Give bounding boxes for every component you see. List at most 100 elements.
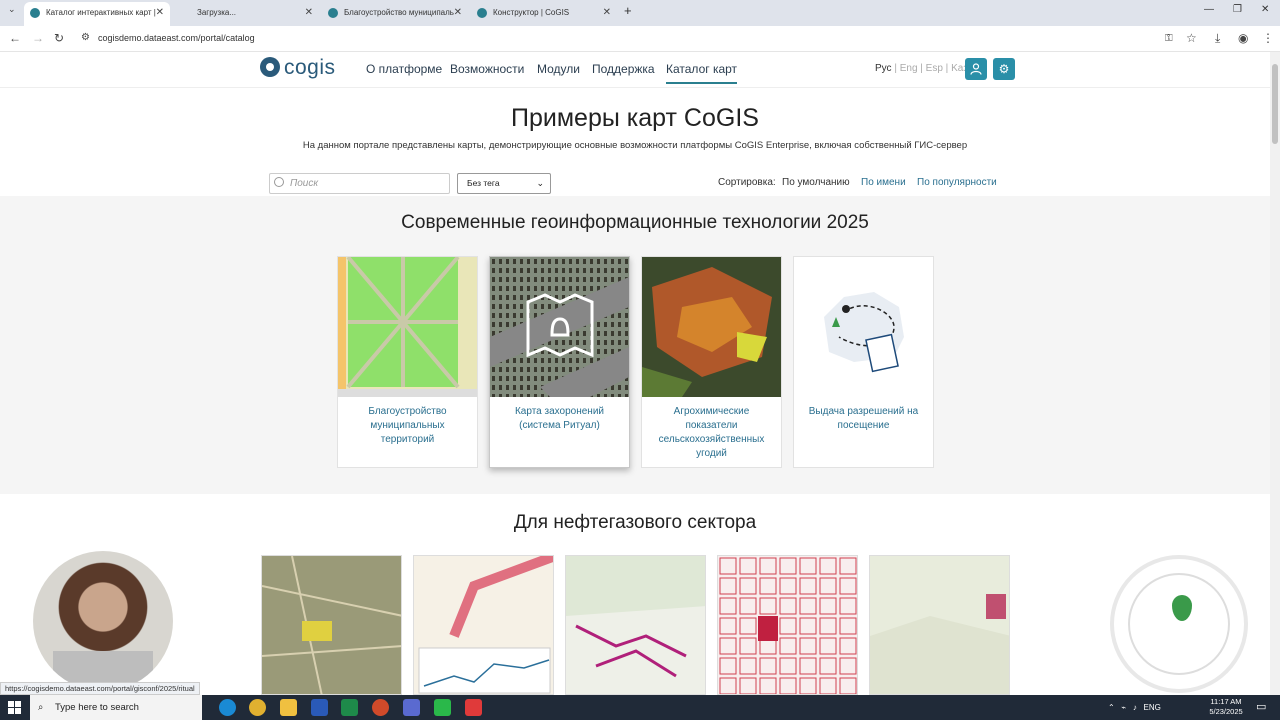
windows-start-icon[interactable] (8, 701, 21, 714)
map-card-blagoustroistvo[interactable]: Благоустройство муниципальных территорий (337, 256, 478, 468)
scrollbar[interactable] (1270, 52, 1280, 695)
user-button[interactable] (965, 58, 987, 80)
url-field[interactable]: cogisdemo.dataeast.com/portal/catalog (98, 33, 255, 43)
lang-ru[interactable]: Рус (875, 63, 892, 74)
map-thumbnail (338, 257, 477, 397)
page-subtitle: На данном портале представлены карты, де… (302, 140, 968, 151)
user-icon (970, 63, 982, 75)
gear-icon: ⚙ (998, 62, 1010, 76)
page-title: Примеры карт CoGIS (511, 104, 759, 132)
tag-select[interactable]: Без тега ⌄ (457, 173, 551, 194)
map-card-oilgas-4[interactable] (717, 555, 858, 695)
tab-catalog[interactable]: Каталог интерактивных карт | ✕ (24, 2, 170, 26)
edge-icon[interactable] (219, 699, 236, 716)
map-card-agrochem[interactable]: Агрохимические показатели сельскохозяйст… (641, 256, 782, 468)
tab-title: Загрузка... (197, 8, 237, 17)
profile-icon[interactable]: ◉ (1238, 31, 1248, 45)
nav-features[interactable]: Возможности (450, 62, 524, 76)
download-icon[interactable]: ⤓ (1215, 31, 1220, 46)
tab-blagoustroistvo[interactable]: Благоустройство муниципаль ✕ (322, 2, 468, 26)
nav-about[interactable]: О платформе (366, 62, 442, 76)
section-title: Для нефтегазового сектора (513, 512, 757, 533)
speaker-icon[interactable]: ♪ (1133, 703, 1137, 712)
site-header: cogis О платформе Возможности Модули Под… (0, 52, 1270, 88)
tab-title: Благоустройство муниципаль (344, 8, 454, 17)
language-switcher: Рус | Eng | Esp | Kaз (875, 63, 968, 74)
map-card-oilgas-5[interactable] (869, 555, 1010, 695)
map-card-oilgas-1[interactable] (261, 555, 402, 695)
tab-loading[interactable]: Загрузка... ✕ (175, 2, 319, 26)
tab-constructor[interactable]: Конструктор | CoGIS ✕ (471, 2, 617, 26)
sort-default[interactable]: По умолчанию (782, 177, 850, 188)
nav-catalog[interactable]: Каталог карт (666, 62, 738, 84)
chrome-icon[interactable] (249, 699, 266, 716)
menu-dots-icon[interactable]: ⋮ (1262, 31, 1274, 45)
cogis-favicon-icon (30, 8, 40, 18)
lang-separator: | (891, 63, 900, 74)
map-thumbnail (718, 556, 857, 694)
site-info-icon[interactable]: ⚙ (81, 32, 90, 43)
map-card-permits[interactable]: Выдача разрешений на посещение (793, 256, 934, 468)
key-icon[interactable]: ⚿ (1165, 33, 1173, 44)
input-language[interactable]: ENG (1144, 703, 1161, 712)
app-red-icon[interactable] (465, 699, 482, 716)
forward-icon[interactable]: → (32, 31, 44, 45)
restore-icon[interactable]: ❐ (1233, 4, 1242, 15)
webcam-overlay (33, 551, 173, 691)
map-card-caption: Агрохимические показатели сельскохозяйст… (658, 406, 765, 459)
network-icon[interactable]: ⌁ (1121, 703, 1126, 712)
taskbar-search-placeholder: Type here to search (55, 702, 139, 713)
close-icon[interactable]: ✕ (156, 2, 164, 24)
taskbar-search[interactable]: ⌕ Type here to search (30, 695, 202, 720)
powerpoint-icon[interactable] (372, 699, 389, 716)
sort-by-popularity[interactable]: По популярности (917, 177, 997, 188)
bookmark-star-icon[interactable]: ☆ (1186, 31, 1197, 45)
map-thumbnail (490, 257, 629, 397)
cogis-logo-icon (260, 57, 280, 77)
reload-icon[interactable]: ↻ (54, 31, 64, 45)
taskbar-clock[interactable]: 11:17 AM 5/23/2025 (1206, 697, 1246, 717)
back-icon[interactable]: ← (9, 31, 21, 45)
map-thumbnail (870, 556, 1009, 694)
map-card-ritual[interactable]: Карта захоронений (система Ритуал) (489, 256, 630, 468)
lang-en[interactable]: Eng (900, 63, 918, 74)
sort-label: Сортировка: (718, 177, 776, 188)
minimize-icon[interactable]: — (1204, 4, 1214, 15)
cogis-favicon-icon (328, 8, 338, 18)
search-input[interactable]: Поиск (269, 173, 450, 194)
tab-list-chevron-icon[interactable]: ⌄ (8, 4, 16, 15)
tray-chevron-icon[interactable]: ⌃ (1108, 703, 1115, 712)
lang-es[interactable]: Esp (926, 63, 943, 74)
map-thumbnail (414, 556, 553, 694)
tab-title: Каталог интерактивных карт | (46, 8, 156, 17)
system-tray: ⌃ ⌁ ♪ ENG (1108, 695, 1161, 720)
nav-support[interactable]: Поддержка (592, 62, 655, 76)
close-icon[interactable]: ✕ (603, 2, 611, 24)
chevron-down-icon: ⌄ (536, 178, 544, 188)
cogis-logo[interactable]: cogis (260, 56, 336, 80)
sort-by-name[interactable]: По имени (861, 177, 906, 188)
app-green-icon[interactable] (434, 699, 451, 716)
map-card-oilgas-2[interactable] (413, 555, 554, 695)
map-card-oilgas-3[interactable] (565, 555, 706, 695)
scrollbar-thumb[interactable] (1272, 64, 1278, 144)
close-icon[interactable]: ✕ (454, 2, 462, 24)
windows-taskbar: ⌕ Type here to search ⌃ ⌁ ♪ ENG 11:17 AM… (0, 695, 1280, 720)
address-bar: ← → ↻ ⚙ cogisdemo.dataeast.com/portal/ca… (0, 26, 1280, 52)
excel-icon[interactable] (341, 699, 358, 716)
file-explorer-icon[interactable] (280, 699, 297, 716)
settings-button[interactable]: ⚙ (993, 58, 1015, 80)
new-tab-button[interactable]: + (624, 3, 632, 18)
word-icon[interactable] (311, 699, 328, 716)
close-icon[interactable]: ✕ (305, 2, 313, 24)
nav-modules[interactable]: Модули (537, 62, 580, 76)
notifications-icon[interactable]: ▭ (1256, 700, 1266, 713)
close-window-icon[interactable]: ✕ (1261, 4, 1269, 15)
map-thumbnail (642, 257, 781, 397)
map-card-caption: Благоустройство муниципальных территорий (368, 406, 447, 445)
emblem-watermark (1110, 555, 1248, 693)
search-icon: ⌕ (38, 702, 44, 713)
teams-icon[interactable] (403, 699, 420, 716)
cogis-favicon-icon (477, 8, 487, 18)
map-thumbnail (262, 556, 401, 694)
